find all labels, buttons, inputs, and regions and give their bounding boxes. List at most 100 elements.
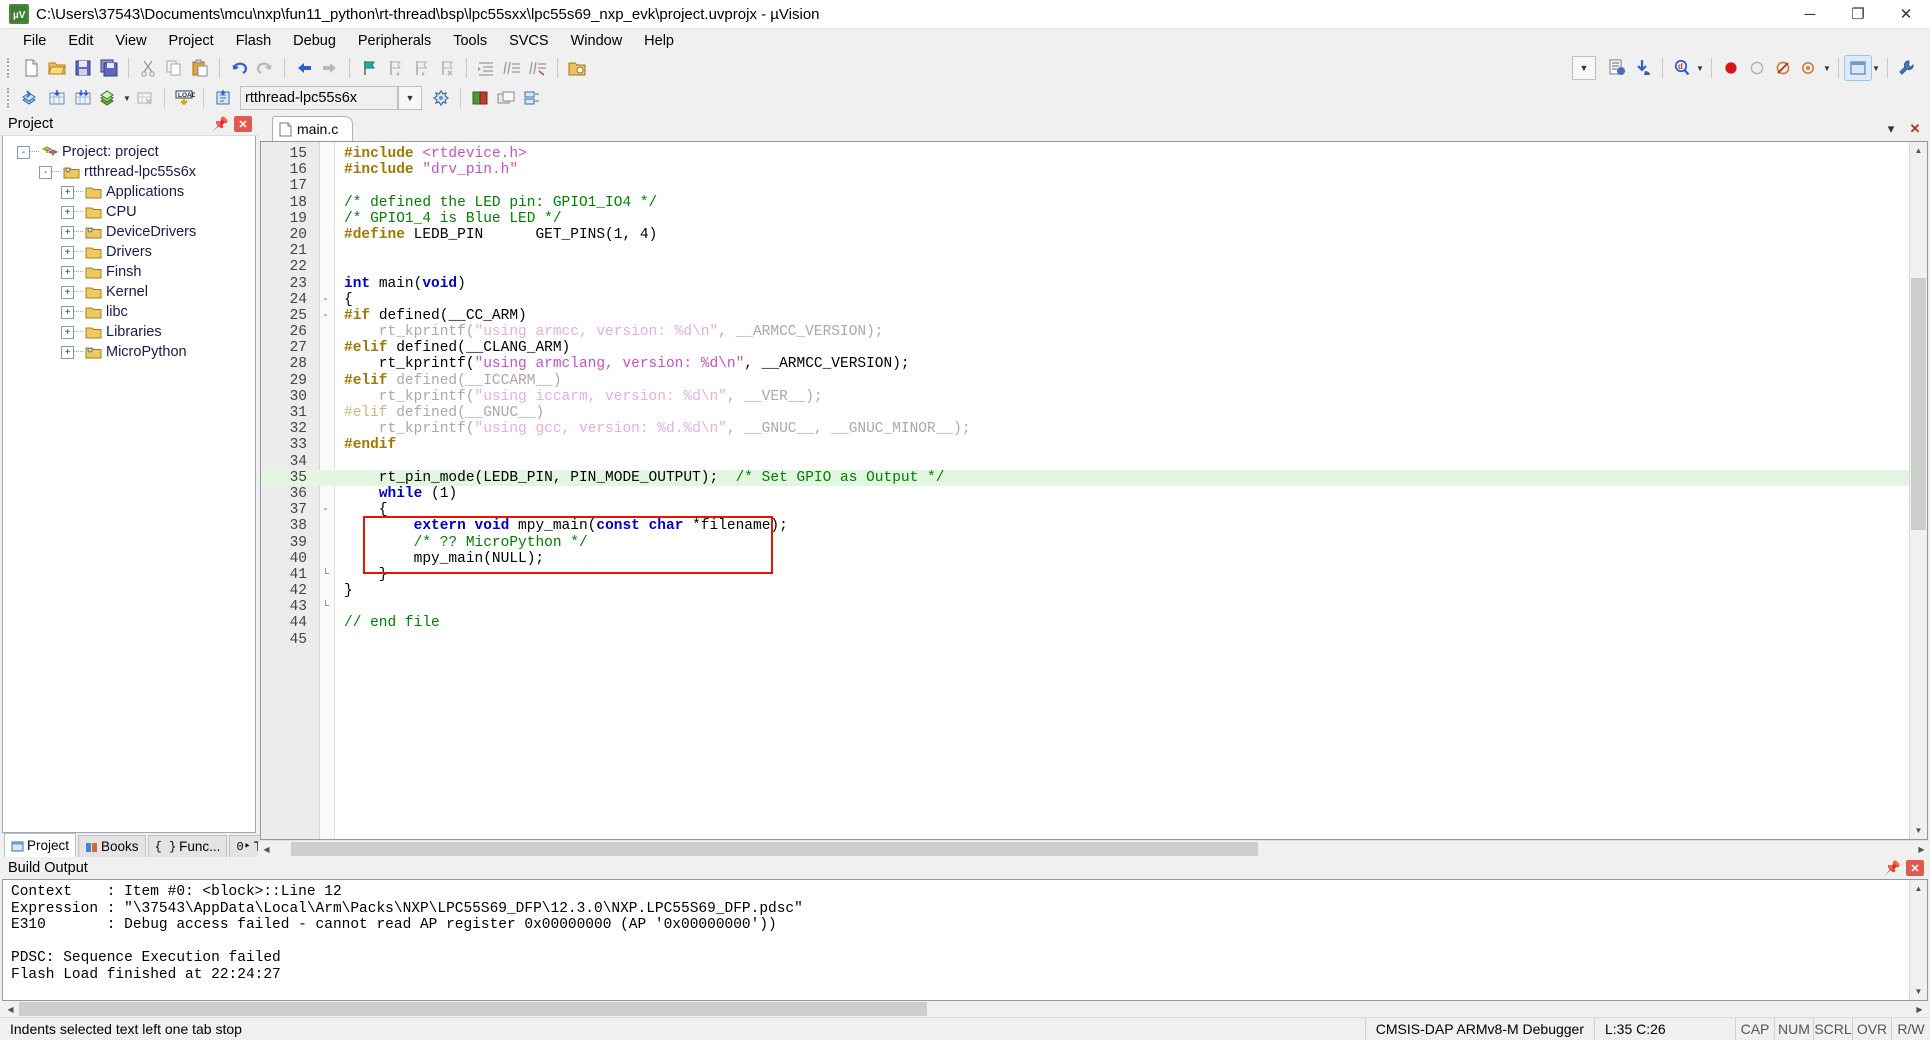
save-all-icon[interactable] [96,56,122,80]
fold-marker[interactable]: - [313,308,338,324]
tree-item-drivers[interactable]: + Drivers [3,242,255,262]
code-line[interactable]: 32 rt_kprintf("using gcc, version: %d.%d… [261,421,1909,437]
close-button[interactable]: ✕ [1882,0,1930,28]
scroll-track[interactable] [1910,897,1927,983]
cut-icon[interactable] [135,56,161,80]
tree-item-applications[interactable]: + Applications [3,182,255,202]
code-line[interactable]: 23 int main(void) [261,276,1909,292]
tree-item-libc[interactable]: + libc [3,302,255,322]
code-line[interactable]: 20 #define LEDB_PIN GET_PINS(1, 4) [261,227,1909,243]
menu-edit[interactable]: Edit [57,31,104,51]
tree-item-target[interactable]: - rtthread-lpc55s6x [3,162,255,182]
scroll-left-arrow[interactable]: ◀ [258,841,275,857]
open-file-icon[interactable] [44,56,70,80]
find-in-files-icon[interactable]: d [1669,56,1695,80]
menu-file[interactable]: File [12,31,57,51]
menu-svcs[interactable]: SVCS [498,31,560,51]
hscroll-track[interactable] [19,1002,1911,1016]
code-line[interactable]: 19 /* GPIO1_4 is Blue LED */ [261,211,1909,227]
code-line[interactable]: 21 [261,243,1909,259]
bookmarks-icon[interactable] [1796,56,1822,80]
project-tree[interactable]: - Project: project - rtthread-lpc55s6x +… [2,136,256,833]
hscroll-track[interactable] [275,842,1913,856]
code-line[interactable]: 22 [261,259,1909,275]
fold-marker[interactable]: - [313,292,338,308]
manage-run-time-icon[interactable] [467,86,493,110]
tree-item-devicedrivers[interactable]: + DeviceDrivers [3,222,255,242]
pane-tab-project[interactable]: Project [4,833,77,857]
tree-item-micropython[interactable]: + MicroPython [3,342,255,362]
menu-debug[interactable]: Debug [282,31,347,51]
find-dropdown-icon[interactable]: ▼ [1695,56,1705,80]
code-line[interactable]: 45 [261,632,1909,648]
menu-view[interactable]: View [104,31,157,51]
expander-icon[interactable]: + [61,285,74,299]
code-line[interactable]: 31 #elif defined(__GNUC__) [261,405,1909,421]
hscroll-thumb[interactable] [291,842,1258,856]
expander-icon[interactable]: + [61,345,74,359]
stop-build-icon[interactable] [132,86,158,110]
bookmark-toggle-icon[interactable] [356,56,382,80]
comment-icon[interactable] [499,56,525,80]
redo-icon[interactable] [252,56,278,80]
editor-close-icon[interactable]: ✕ [1908,121,1922,137]
hscroll-thumb[interactable] [19,1002,928,1016]
code-line[interactable]: 25- #if defined(__CC_ARM) [261,308,1909,324]
expander-icon[interactable]: + [61,325,74,339]
target-selector[interactable]: rtthread-lpc55s6x [240,86,398,110]
code-line[interactable]: 29 #elif defined(__ICCARM__) [261,373,1909,389]
scroll-left-arrow[interactable]: ◀ [2,1001,19,1017]
build-vertical-scrollbar[interactable]: ▲ ▼ [1909,880,1927,1000]
toolbar-grip[interactable] [7,88,13,108]
bookmark-clear-icon[interactable] [434,56,460,80]
code-line[interactable]: 44 // end file [261,615,1909,631]
code-line[interactable]: 16 #include "drv_pin.h" [261,162,1909,178]
code-line[interactable]: 27 #elif defined(__CLANG_ARM) [261,340,1909,356]
fold-marker[interactable]: └ [313,599,338,615]
scroll-down-arrow[interactable]: ▼ [1910,983,1927,1000]
code-line[interactable]: 30 rt_kprintf("using iccarm, version: %d… [261,389,1909,405]
build-horizontal-scrollbar[interactable]: ◀ ▶ [2,1001,1928,1017]
expander-icon[interactable]: + [61,225,74,239]
code-line[interactable]: 34 [261,454,1909,470]
code-line[interactable]: 18 /* defined the LED pin: GPIO1_IO4 */ [261,195,1909,211]
code-line[interactable]: 36 while (1) [261,486,1909,502]
paste-icon[interactable] [187,56,213,80]
pane-tab-books[interactable]: Books [78,835,146,857]
expander-icon[interactable]: - [17,145,30,159]
code-line[interactable]: 35 rt_pin_mode(LEDB_PIN, PIN_MODE_OUTPUT… [261,469,1909,486]
code-line[interactable]: 15 #include <rtdevice.h> [261,146,1909,162]
editor-vertical-scrollbar[interactable]: ▲ ▼ [1909,142,1927,839]
expander-icon[interactable]: - [39,165,52,179]
manage-project-items-icon[interactable] [428,86,454,110]
menu-window[interactable]: Window [560,31,634,51]
bookmark-prev-icon[interactable] [382,56,408,80]
expander-icon[interactable]: + [61,305,74,319]
fold-marker[interactable]: └ [313,567,338,583]
fold-marker[interactable]: - [313,502,338,518]
code-line[interactable]: 33 #endif [261,437,1909,453]
combo-dropdown-icon[interactable]: ▼ [1572,56,1596,80]
code-line[interactable]: 38 extern void mpy_main(const char *file… [261,518,1909,534]
scroll-thumb[interactable] [1911,278,1926,531]
expander-icon[interactable]: + [61,245,74,259]
code-line[interactable]: 28 rt_kprintf("using armclang, version: … [261,356,1909,372]
expander-icon[interactable]: + [61,265,74,279]
toolbar-grip[interactable] [7,58,13,78]
indent-icon[interactable] [473,56,499,80]
menu-help[interactable]: Help [633,31,685,51]
pin-icon[interactable]: 📌 [1884,859,1902,877]
close-icon[interactable]: ✕ [234,116,252,132]
window-layout-dropdown-icon[interactable]: ▼ [1871,56,1881,80]
scroll-right-arrow[interactable]: ▶ [1913,841,1930,857]
rebuild-icon[interactable] [70,86,96,110]
uncomment-icon[interactable] [525,56,551,80]
insert-file-icon[interactable] [1604,56,1630,80]
target-options-icon[interactable] [210,86,236,110]
editor-tab-main-c[interactable]: main.c [272,116,354,141]
code-line[interactable]: 43 └ [261,599,1909,615]
new-file-icon[interactable] [18,56,44,80]
undo-icon[interactable] [226,56,252,80]
bookmark-next-icon[interactable] [408,56,434,80]
menu-tools[interactable]: Tools [442,31,498,51]
